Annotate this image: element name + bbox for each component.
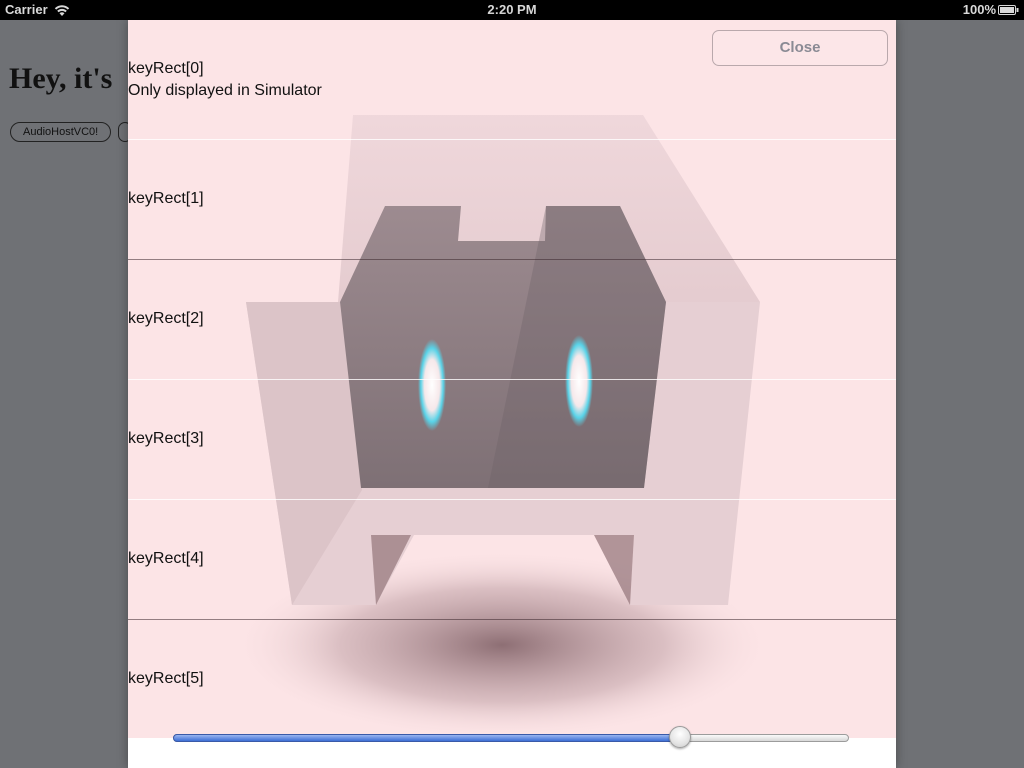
key-rect-label: keyRect[4] <box>128 550 204 567</box>
slider-thumb[interactable] <box>669 726 691 748</box>
status-bar: Carrier 2:20 PM 100% <box>0 0 1024 20</box>
key-rect-label: keyRect[0] <box>128 60 204 77</box>
modal-sheet: keyRect[0] Only displayed in Simulator k… <box>128 20 896 768</box>
key-rect-row[interactable]: keyRect[2] <box>128 260 896 380</box>
key-rect-label: keyRect[3] <box>128 430 204 447</box>
background-heading: Hey, it's <box>9 62 113 95</box>
battery-icon <box>998 5 1019 15</box>
key-rect-label: keyRect[2] <box>128 310 204 327</box>
close-button[interactable]: Close <box>712 30 888 66</box>
slider-fill <box>173 734 680 742</box>
key-rect-row[interactable]: keyRect[5] <box>128 620 896 740</box>
battery-percentage: 100% <box>962 2 996 17</box>
key-rect-label: keyRect[5] <box>128 670 204 687</box>
key-rect-row[interactable]: keyRect[1] <box>128 140 896 260</box>
status-time: 2:20 PM <box>487 2 537 17</box>
key-rect-label: keyRect[1] <box>128 190 204 207</box>
key-rect-row[interactable]: keyRect[4] <box>128 500 896 620</box>
key-rect-row[interactable]: keyRect[3] <box>128 380 896 500</box>
slider-background <box>128 738 896 768</box>
simulator-note: Only displayed in Simulator <box>128 82 322 99</box>
audio-host-button[interactable]: AudioHostVC0! <box>10 122 112 142</box>
